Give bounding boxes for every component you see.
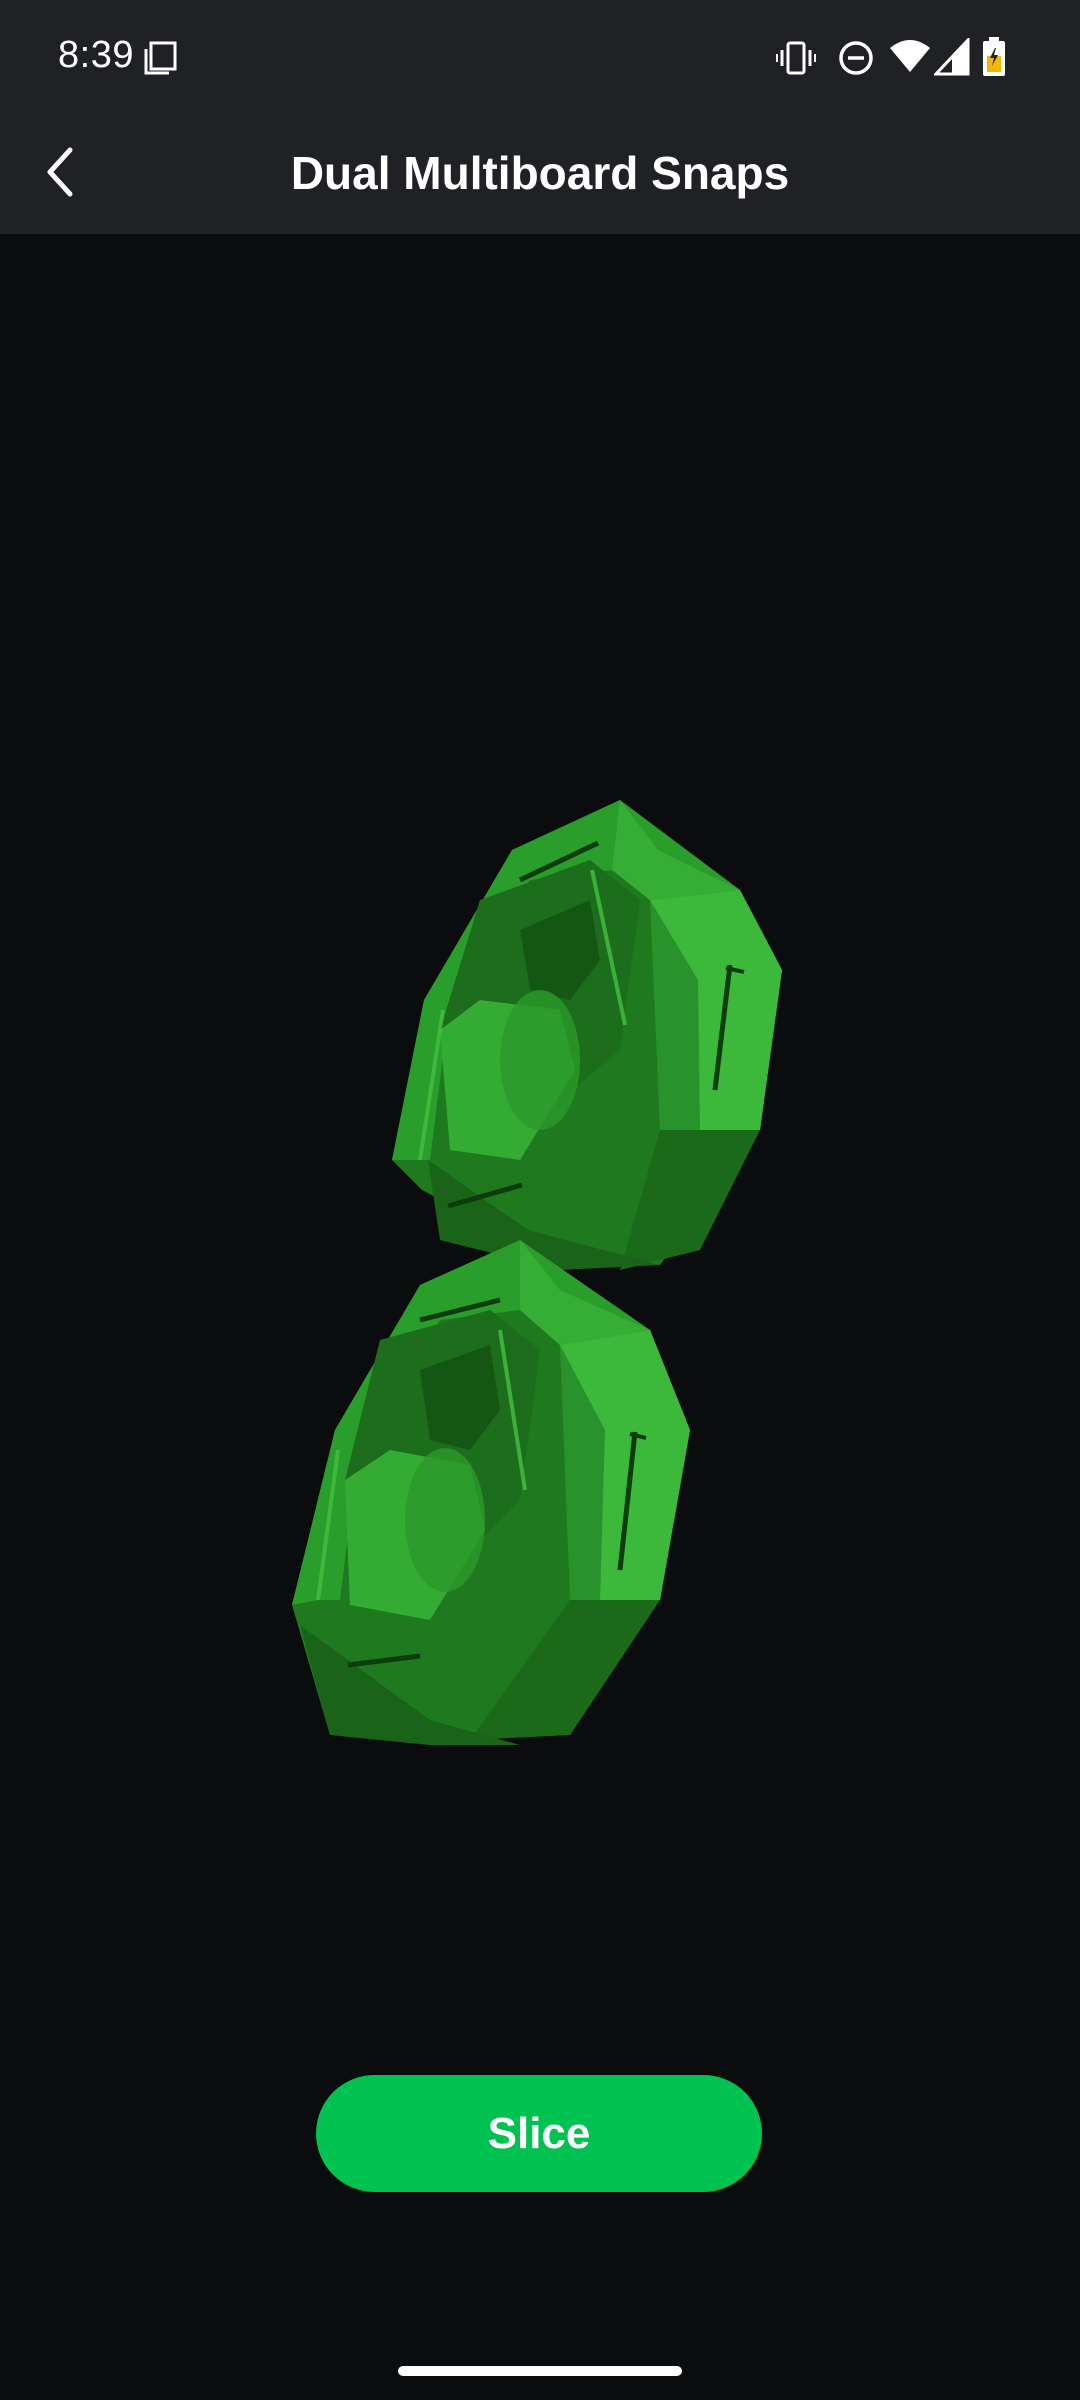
- model-viewer[interactable]: [0, 234, 1080, 2054]
- battery-charging-icon: [980, 36, 1008, 83]
- cell-signal-icon: [932, 36, 970, 81]
- screen: 8:39 Dual Multiboard Snaps Slice: [0, 0, 1080, 2400]
- upper-snap-part: [392, 800, 782, 1270]
- slice-button[interactable]: Slice: [316, 2075, 762, 2192]
- screenshot-notification-icon: [142, 40, 178, 81]
- app-bar: Dual Multiboard Snaps: [0, 116, 1080, 234]
- wifi-icon: [888, 36, 932, 81]
- home-indicator[interactable]: [398, 2366, 682, 2376]
- status-time: 8:39: [58, 34, 134, 76]
- page-title: Dual Multiboard Snaps: [290, 147, 790, 199]
- vibrate-icon: [776, 38, 816, 83]
- 3d-model-preview: [292, 800, 782, 1745]
- do-not-disturb-icon: [836, 38, 876, 83]
- status-bar: 8:39: [0, 0, 1080, 116]
- lower-snap-part: [292, 1240, 690, 1745]
